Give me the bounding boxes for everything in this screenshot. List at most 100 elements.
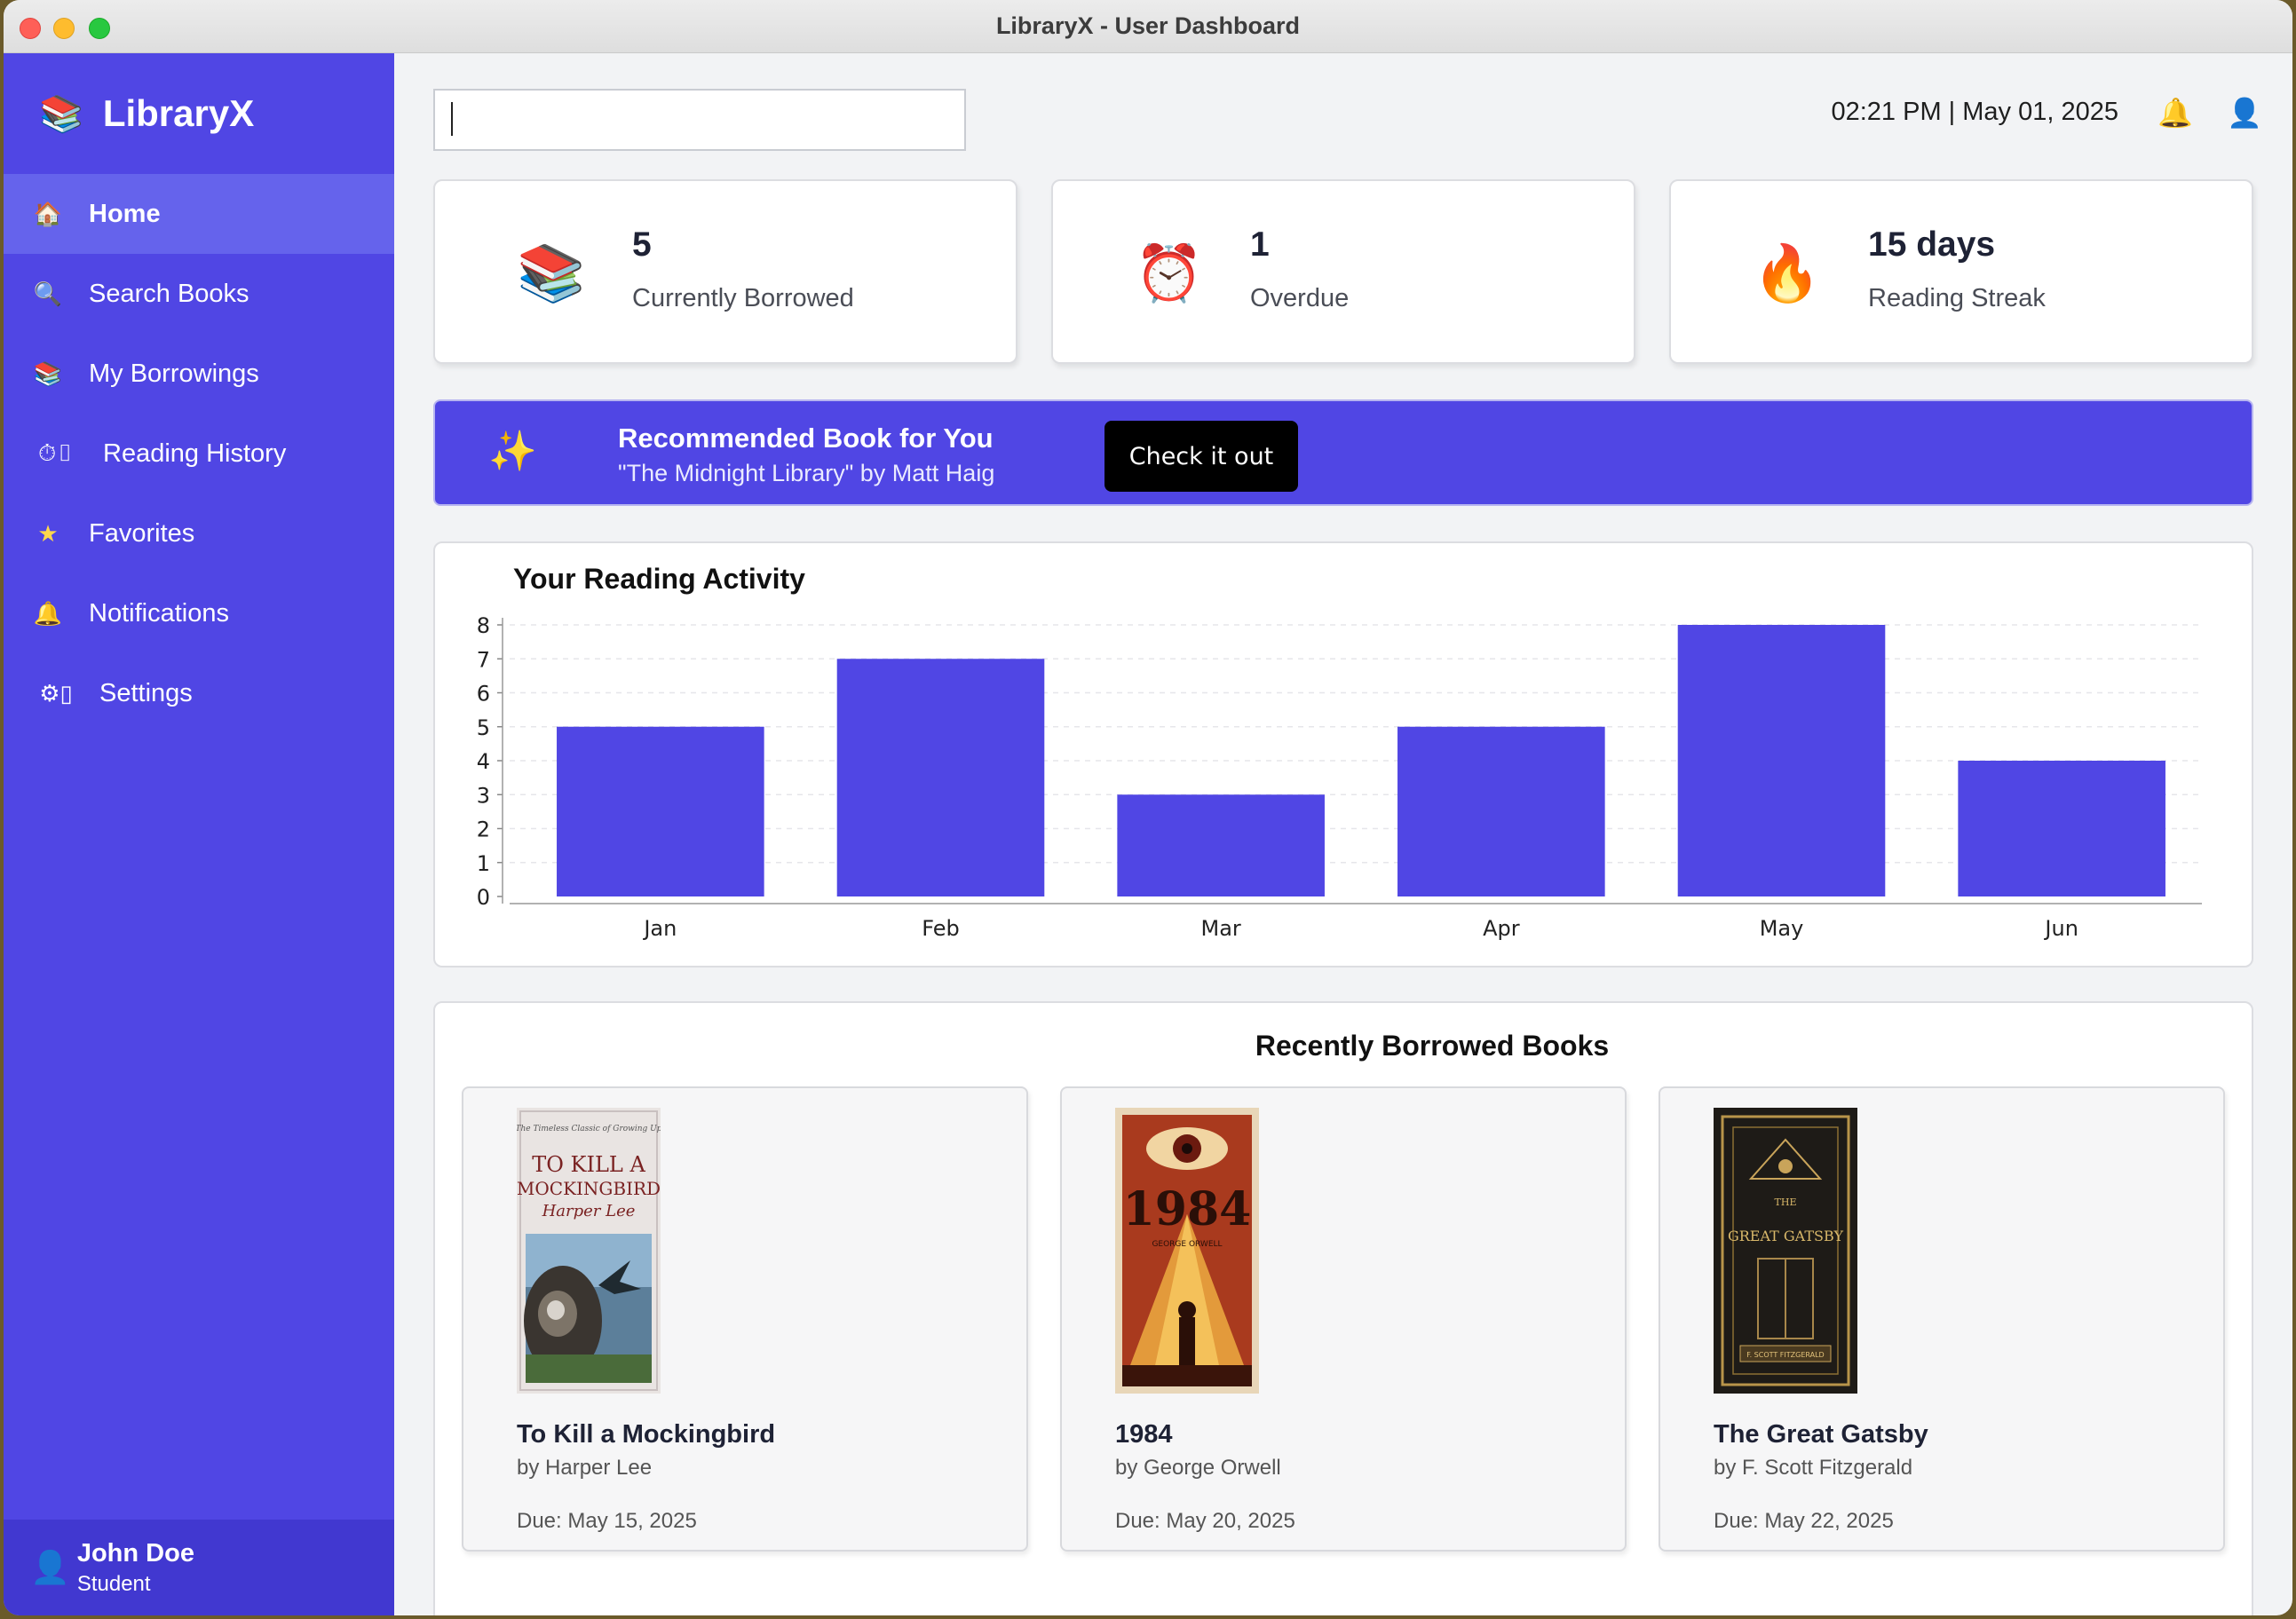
sidebar-item-search-books[interactable]: 🔍 Search Books [4, 254, 394, 334]
user-name: John Doe [76, 1538, 194, 1568]
book-cover-mockingbird: The Timeless Classic of Growing Up TO KI… [517, 1108, 661, 1394]
house-icon: 🏠 [33, 200, 63, 227]
user-profile-icon[interactable]: 👤 [2227, 96, 2262, 130]
star-icon: ★ [37, 519, 59, 547]
brand[interactable]: 📚 LibraryX [39, 89, 254, 138]
sidebar-item-label: Reading History [103, 438, 287, 468]
sidebar-item-label: Favorites [89, 518, 195, 548]
recently-borrowed-card: Recently Borrowed Books The Timeless Cla… [433, 1001, 2253, 1615]
books-icon: 📚 [39, 94, 83, 134]
book-card[interactable]: THE GREAT GATSBY F. SCOTT FITZGERALD The… [1659, 1086, 2225, 1552]
y-tick-label: 1 [477, 851, 490, 876]
books-icon: 📚 [517, 243, 586, 304]
bell-icon: 🔔 [33, 599, 63, 627]
x-tick-label: May [1760, 916, 1804, 941]
y-tick-label: 5 [477, 715, 490, 740]
cover-text: GREAT GATSBY [1728, 1228, 1844, 1244]
stat-card-streak: 🔥 15 days Reading Streak [1669, 179, 2253, 364]
reading-activity-card: Your Reading Activity 0 1 2 3 4 5 6 7 8 Jan Feb Mar… [433, 541, 2253, 967]
cover-text: TO KILL A [532, 1152, 645, 1177]
text-caret [451, 102, 453, 136]
y-tick-label: 6 [477, 682, 490, 707]
cover-text: GEORGE ORWELL [1152, 1240, 1222, 1249]
y-tick-label: 4 [477, 749, 490, 774]
stat-label: Overdue [1250, 284, 1350, 312]
datetime-display: 02:21 PM | May 01, 2025 [1831, 98, 2118, 126]
y-tick-label: 2 [477, 817, 490, 842]
book-author: by Harper Lee [517, 1456, 653, 1480]
x-tick-label: Mar [1201, 916, 1241, 941]
books-icon: 📚 [33, 359, 63, 387]
recommendation-title: Recommended Book for You [618, 423, 994, 454]
x-tick-label: Jun [2043, 916, 2078, 941]
book-title: 1984 [1115, 1420, 1173, 1449]
sidebar-item-reading-history[interactable]: ⏱▯ Reading History [4, 414, 394, 494]
user-role: Student [76, 1571, 151, 1596]
cover-text: F. SCOTT FITZGERALD [1746, 1351, 1824, 1359]
book-title: To Kill a Mockingbird [517, 1420, 776, 1449]
bell-icon[interactable]: 🔔 [2157, 96, 2193, 130]
svg-text:The Timeless Classic of Growin: The Timeless Classic of Growing Up [517, 1125, 661, 1133]
stat-value: 5 [632, 225, 652, 264]
book-due-date: Due: May 15, 2025 [517, 1509, 697, 1533]
bar-may [1677, 625, 1886, 896]
sidebar-item-label: My Borrowings [89, 359, 259, 388]
sidebar-item-label: Notifications [89, 598, 229, 628]
sidebar-item-my-borrowings[interactable]: 📚 My Borrowings [4, 334, 394, 414]
section-title: Recently Borrowed Books [1255, 1030, 1610, 1062]
bar-feb [836, 659, 1045, 896]
title-bar: LibraryX - User Dashboard [4, 0, 2292, 53]
bar-mar [1117, 794, 1325, 896]
book-due-date: Due: May 22, 2025 [1714, 1509, 1894, 1533]
app-window: LibraryX - User Dashboard 📚 LibraryX 🏠 H… [4, 0, 2292, 1615]
recommendation-subtitle: "The Midnight Library" by Matt Haig [618, 460, 995, 486]
sidebar-item-notifications[interactable]: 🔔 Notifications [4, 573, 394, 653]
main-content: 02:21 PM | May 01, 2025 🔔 👤 📚 5 Currentl… [394, 53, 2292, 1615]
magnifier-icon: 🔍 [33, 280, 63, 307]
y-tick-label: 0 [477, 885, 490, 910]
book-cover-gatsby: THE GREAT GATSBY F. SCOTT FITZGERALD [1714, 1108, 1857, 1394]
fire-icon: 🔥 [1753, 243, 1822, 304]
recommendation-banner: ✨ Recommended Book for You "The Midnight… [433, 399, 2253, 506]
sidebar-item-label: Settings [99, 678, 193, 707]
sidebar-nav: 🏠 Home 🔍 Search Books 📚 My Borrowings ⏱▯… [4, 174, 394, 733]
x-tick-label: Jan [642, 916, 677, 941]
book-card[interactable]: The Timeless Classic of Growing Up TO KI… [462, 1086, 1028, 1552]
user-panel[interactable]: 👤 John Doe Student [4, 1520, 394, 1615]
stat-label: Currently Borrowed [632, 284, 854, 312]
cover-text: THE [1775, 1196, 1797, 1208]
bar-jun [1958, 761, 2165, 896]
sidebar-item-settings[interactable]: ⚙▯ Settings [4, 653, 394, 733]
reading-activity-chart: 0 1 2 3 4 5 6 7 8 Jan Feb Mar Apr May Jun [477, 613, 2202, 941]
y-tick-label: 3 [477, 783, 490, 808]
check-it-out-button[interactable]: Check it out [1104, 421, 1298, 492]
bar-jan [557, 726, 764, 896]
stopwatch-icon: ⏱▯ [37, 439, 75, 466]
brand-name: LibraryX [102, 92, 255, 134]
cover-text: 1984 [1123, 1182, 1252, 1236]
gear-icon: ⚙▯ [39, 679, 73, 707]
book-author: by F. Scott Fitzgerald [1714, 1456, 1913, 1480]
book-due-date: Due: May 20, 2025 [1115, 1509, 1295, 1533]
book-card[interactable]: 1984 GEORGE ORWELL 1984 by George Orwell… [1060, 1086, 1627, 1552]
search-input[interactable] [433, 89, 966, 151]
book-title: The Great Gatsby [1714, 1420, 1928, 1449]
x-tick-label: Apr [1483, 916, 1520, 941]
stat-value: 15 days [1868, 225, 1996, 264]
y-tick-label: 8 [477, 613, 490, 638]
y-tick-label: 7 [477, 647, 490, 672]
user-icon: 👤 [30, 1549, 70, 1585]
x-tick-label: Feb [922, 916, 960, 941]
cover-text: Harper Lee [542, 1202, 636, 1220]
stat-value: 1 [1250, 225, 1270, 264]
book-cover-1984: 1984 GEORGE ORWELL [1115, 1108, 1259, 1394]
bar-apr [1397, 726, 1605, 896]
cover-text: MOCKINGBIRD [517, 1178, 661, 1199]
stat-label: Reading Streak [1868, 284, 2046, 312]
sidebar: 📚 LibraryX 🏠 Home 🔍 Search Books 📚 My Bo… [4, 53, 394, 1615]
sparkles-icon: ✨ [488, 430, 537, 473]
sidebar-item-label: Search Books [89, 279, 249, 308]
stat-card-borrowed: 📚 5 Currently Borrowed [433, 179, 1017, 364]
sidebar-item-home[interactable]: 🏠 Home [4, 174, 394, 254]
sidebar-item-favorites[interactable]: ★ Favorites [4, 494, 394, 573]
